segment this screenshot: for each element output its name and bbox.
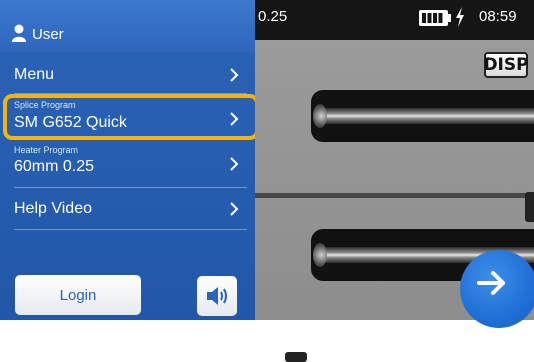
view-control[interactable] xyxy=(285,352,307,362)
fiber-tip xyxy=(313,243,327,267)
view-divider xyxy=(255,193,534,198)
heater-program-value: 60mm 0.25 xyxy=(14,158,95,175)
status-value: 0.25 xyxy=(258,8,288,25)
chevron-right-icon xyxy=(230,202,239,216)
user-icon xyxy=(12,24,26,42)
fiber-image-top xyxy=(311,90,534,142)
heater-program-caption: Heater Program xyxy=(14,145,79,155)
user-bar[interactable]: User xyxy=(0,0,255,52)
menu-item-menu[interactable]: Menu xyxy=(0,52,255,94)
next-button[interactable] xyxy=(460,250,534,328)
speaker-icon xyxy=(207,287,227,305)
sidebar: User Menu Splice Program SM G652 Quick H… xyxy=(0,0,259,320)
side-tab xyxy=(525,192,534,222)
fiber-tip xyxy=(313,104,327,128)
arrow-right-icon xyxy=(477,271,505,295)
clock: 08:59 xyxy=(479,8,517,25)
login-button[interactable]: Login xyxy=(15,275,141,315)
help-video-label: Help Video xyxy=(14,200,92,217)
user-label: User xyxy=(32,26,64,43)
divider xyxy=(14,229,247,230)
menu-item-label: Menu xyxy=(14,66,55,83)
fiber-core xyxy=(317,108,534,124)
sound-button[interactable] xyxy=(197,276,237,316)
charging-bolt-icon xyxy=(456,7,464,27)
chevron-right-icon xyxy=(230,68,239,82)
chevron-right-icon xyxy=(230,157,239,171)
menu-item-help-video[interactable]: Help Video xyxy=(0,188,255,230)
menu-item-heater-program[interactable]: Heater Program 60mm 0.25 xyxy=(0,140,255,188)
battery-icon xyxy=(419,10,451,26)
status-bar: 0.25 08:59 xyxy=(255,0,534,40)
disp-button[interactable]: DISP xyxy=(483,52,529,78)
selection-highlight xyxy=(3,94,259,140)
fiber-viewer: 0.25 08:59 DISP xyxy=(255,0,534,362)
